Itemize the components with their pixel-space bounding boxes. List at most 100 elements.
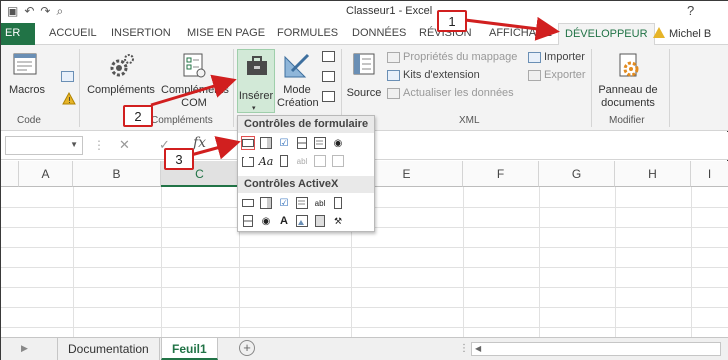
redo-icon[interactable]: ↷	[40, 4, 56, 18]
sheet-tab-documentation[interactable]: Documentation	[57, 338, 160, 360]
activex-checkbox-icon: ☑	[279, 197, 289, 209]
chevron-down-icon: ▾	[252, 105, 256, 112]
activex-textbox-control[interactable]: abl	[313, 196, 327, 210]
label-control-icon: Aa	[258, 154, 274, 168]
source-button[interactable]: Source	[344, 51, 384, 100]
cancel-entry-icon[interactable]: ✕	[119, 137, 130, 153]
horizontal-scrollbar[interactable]: ◀	[471, 342, 721, 356]
view-code-icon[interactable]	[322, 71, 335, 82]
form-button-control[interactable]	[241, 136, 255, 150]
gear-icon	[110, 54, 134, 77]
tab-developpeur[interactable]: DÉVELOPPEUR	[558, 23, 655, 46]
tab-insertion[interactable]: INSERTION	[111, 27, 171, 39]
undo-icon[interactable]: ↶	[24, 4, 40, 18]
inserer-button[interactable]: Insérer ▾	[237, 49, 275, 113]
sheet-nav-arrow-icon[interactable]: ▶	[21, 343, 28, 354]
tab-splitter-grip[interactable]: ⋮	[459, 343, 469, 354]
window-title: Classeur1 - Excel	[346, 5, 433, 17]
actualiser-donnees-button[interactable]: Actualiser les données	[387, 87, 514, 99]
tab-mise-en-page[interactable]: MISE EN PAGE	[187, 27, 265, 39]
column-gridline	[615, 187, 616, 337]
panneau-documents-label-2: documents	[601, 97, 655, 109]
exporter-button[interactable]: Exporter	[528, 69, 586, 81]
help-button[interactable]: ?	[687, 3, 694, 18]
macros-button[interactable]: Macros	[5, 51, 49, 97]
name-box[interactable]: ▼	[5, 136, 83, 155]
column-header-i[interactable]: I	[691, 161, 728, 187]
scroll-left-icon[interactable]: ◀	[475, 344, 481, 353]
row-gridline	[1, 287, 728, 288]
activex-combobox-control[interactable]	[259, 196, 273, 210]
title-bar: ▣↶↷⌕ Classeur1 - Excel ?	[1, 1, 728, 23]
importer-button[interactable]: Importer	[528, 51, 585, 63]
column-gridline	[539, 187, 540, 337]
add-sheet-button[interactable]: +	[239, 340, 255, 356]
activex-togglebutton-control[interactable]	[313, 214, 327, 228]
column-header-b[interactable]: B	[73, 161, 161, 187]
save-icon[interactable]: ▣	[7, 4, 24, 18]
form-combobox-control[interactable]	[259, 136, 273, 150]
tab-donnees[interactable]: DONNÉES	[352, 27, 406, 39]
callout-1: 1	[437, 10, 467, 32]
activex-spinbutton-control[interactable]	[241, 214, 255, 228]
properties-icon[interactable]	[322, 51, 335, 62]
form-option-control[interactable]: ◉	[331, 136, 345, 150]
column-header-g[interactable]: G	[539, 161, 615, 187]
activex-label-control[interactable]: A	[277, 214, 291, 228]
group-separator	[233, 49, 234, 127]
activex-checkbox-control[interactable]: ☑	[277, 196, 291, 210]
complements-com-label-2: COM	[181, 97, 207, 109]
tab-formules[interactable]: FORMULES	[277, 27, 338, 39]
user-account[interactable]: Michel B	[653, 27, 711, 40]
activex-more-controls[interactable]: ⚒	[331, 214, 345, 228]
form-controls-header: Contrôles de formulaire	[238, 116, 374, 133]
expansion-packs-icon	[387, 69, 400, 81]
form-listbox-control[interactable]	[313, 136, 327, 150]
activex-label-icon: A	[280, 215, 288, 227]
complements-button[interactable]: Compléments	[85, 51, 157, 97]
column-gridline	[73, 187, 74, 337]
xml-source-icon	[353, 53, 375, 75]
tab-accueil[interactable]: ACCUEIL	[49, 27, 97, 39]
proprietes-mappage-button[interactable]: Propriétés du mappage	[387, 51, 517, 63]
record-macro-icon[interactable]	[61, 71, 74, 82]
activex-option-control[interactable]: ◉	[259, 214, 273, 228]
panneau-documents-button[interactable]: Panneau de documents	[595, 51, 661, 110]
activex-combobox-icon	[260, 197, 272, 209]
select-all-corner[interactable]	[1, 161, 19, 187]
sheet-tab-feuil1[interactable]: Feuil1	[161, 338, 218, 360]
column-header-f[interactable]: F	[463, 161, 539, 187]
kits-extension-button[interactable]: Kits d'extension	[387, 69, 480, 81]
mode-creation-button[interactable]: Mode Création	[277, 51, 319, 110]
formula-bar-grip: ⋮	[93, 138, 105, 152]
tab-file[interactable]: ER	[1, 23, 35, 45]
form-label-control[interactable]: Aa	[258, 154, 274, 168]
activex-scrollbar-control[interactable]	[331, 196, 345, 210]
activex-image-control[interactable]	[295, 214, 309, 228]
excel-window: ▣↶↷⌕ Classeur1 - Excel ? ER ACCUEIL INSE…	[0, 0, 728, 360]
ribbon-tabs: ER ACCUEIL INSERTION MISE EN PAGE FORMUL…	[1, 23, 728, 46]
combobox-icon	[260, 137, 272, 149]
column-header-h[interactable]: H	[615, 161, 691, 187]
form-scrollbar-control[interactable]	[277, 154, 291, 168]
chevron-down-icon[interactable]: ▼	[70, 140, 78, 149]
form-checkbox-control[interactable]: ☑	[277, 136, 291, 150]
combo-dropdown-icon	[332, 155, 344, 167]
group-label-code: Code	[17, 115, 41, 126]
complements-com-button[interactable]: Compléments COM	[161, 51, 229, 110]
form-spinbutton-control[interactable]	[295, 136, 309, 150]
activex-button-control[interactable]	[241, 196, 255, 210]
radio-icon: ◉	[333, 137, 343, 149]
form-groupbox-control[interactable]	[241, 154, 255, 168]
sheet-tabs-bar: ▶ Documentation Feuil1 + ⋮ ◀	[1, 337, 728, 360]
column-header-a[interactable]: A	[19, 161, 73, 187]
macro-security-warning-icon[interactable]: !	[62, 92, 76, 105]
group-separator	[669, 49, 670, 127]
activex-listbox-control[interactable]	[295, 196, 309, 210]
quick-access-toolbar[interactable]: ▣↶↷⌕	[7, 4, 69, 19]
row-gridline	[1, 267, 728, 268]
insert-function-button[interactable]: fx	[193, 135, 206, 151]
tab-affichage[interactable]: AFFICHAGE	[489, 27, 552, 39]
run-dialog-icon[interactable]	[322, 91, 335, 102]
preview-icon[interactable]: ⌕	[56, 4, 69, 18]
